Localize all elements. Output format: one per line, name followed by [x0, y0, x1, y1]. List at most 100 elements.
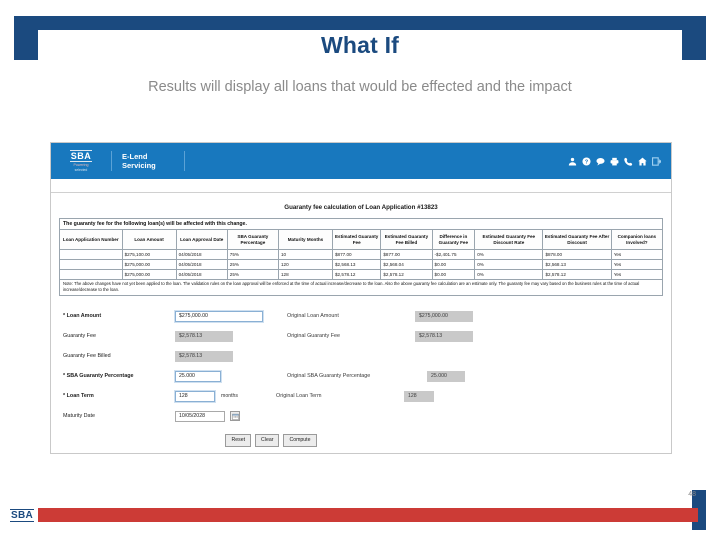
cell-companion-loans: Yes [610, 269, 664, 280]
maturity-date-input[interactable]: 10/05/2028 [175, 410, 225, 422]
calendar-icon[interactable] [230, 411, 240, 421]
form-row-guaranty-fee-billed: Guaranty Fee Billed $2,578.13 [63, 346, 659, 366]
cell-guaranty-fee-after-discount: $878.00 [542, 249, 612, 260]
svg-text:?: ? [585, 159, 589, 165]
application-screenshot: SBA Powering selected E-Lend Servicing ? [50, 142, 672, 454]
guaranty-fee-value: $2,578.13 [175, 330, 233, 342]
col-estimated-guaranty-fee-billed: Estimated Guaranty Fee Billed [380, 229, 433, 250]
col-sba-guaranty-percentage: SBA Guaranty Percentage [226, 229, 279, 250]
cell-loan-amount: $275,000.00 [121, 259, 177, 270]
cell-guaranty-fee-discount-rate: 0% [474, 259, 544, 270]
label-loan-amount: * Loan Amount [63, 313, 102, 319]
cell-guaranty-fee-discount-rate: 0% [474, 249, 544, 260]
table-banner: The guaranty fee for the following loan(… [59, 218, 663, 229]
loan-term-input[interactable]: 128 [175, 390, 215, 402]
table-header-row: Loan Application Number Loan Amount Loan… [59, 229, 664, 250]
sba-guaranty-percentage-input[interactable]: 25.000 [175, 370, 221, 382]
app-subnav-bar [51, 179, 671, 193]
cell-loan-application-number [59, 249, 123, 260]
cell-estimated-guaranty-fee: $2,568.13 [331, 259, 382, 270]
cell-loan-application-number [59, 269, 123, 280]
footer-sba-logo: SBA [8, 505, 36, 523]
cell-loan-application-number [59, 259, 123, 270]
cell-companion-loans: Yes [610, 259, 664, 270]
form-row-loan-term: * Loan Term 128 months Original Loan Ter… [63, 386, 659, 406]
table-row: $275,100.00 04/05/2018 75% 10 $877.00 $8… [59, 249, 664, 260]
cell-maturity-months: 10 [277, 249, 334, 260]
col-companion-loans: Companion loans Involved? [610, 229, 664, 250]
cell-estimated-guaranty-fee-billed: $2,578.12 [380, 269, 433, 280]
what-if-form: * Loan Amount $275,000.00 Original Loan … [59, 306, 663, 447]
label-sba-guaranty-percentage: * SBA Guaranty Percentage [63, 373, 134, 379]
original-loan-amount-value: $275,000.00 [415, 310, 473, 322]
label-original-sba-guaranty-percentage: Original SBA Guaranty Percentage [287, 373, 371, 379]
compute-button[interactable]: Compute [283, 434, 317, 447]
form-row-sba-guaranty-percentage: * SBA Guaranty Percentage 25.000 Origina… [63, 366, 659, 386]
cell-estimated-guaranty-fee-billed: $2,568.04 [380, 259, 433, 270]
footer-sba-logo-text: SBA [9, 509, 34, 522]
table-row: $275,000.00 04/05/2018 25% 120 $2,568.13… [59, 259, 664, 270]
col-loan-application-number: Loan Application Number [59, 229, 123, 250]
cell-loan-approval-date: 04/05/2018 [175, 249, 228, 260]
cell-difference-in-guaranty-fee: $0.00 [431, 259, 476, 270]
sba-logo-text: SBA [69, 150, 93, 163]
cell-estimated-guaranty-fee: $877.00 [331, 249, 382, 260]
loan-amount-input[interactable]: $275,000.00 [175, 310, 263, 322]
page-title: What If [320, 32, 400, 58]
header-divider-2 [184, 151, 185, 171]
slide: What If Results will display all loans t… [0, 0, 720, 540]
app-name-label: E-Lend Servicing [122, 152, 156, 170]
header-divider-1 [111, 151, 112, 171]
app-body: Guaranty fee calculation of Loan Applica… [51, 193, 671, 447]
results-table: Loan Application Number Loan Amount Loan… [59, 229, 664, 280]
label-maturity-date: Maturity Date [63, 413, 96, 419]
chat-icon[interactable] [596, 157, 605, 166]
guaranty-fee-billed-value: $2,578.13 [175, 350, 233, 362]
page-subtitle: Results will display all loans that woul… [148, 79, 572, 95]
table-note: Note: The above changes have not yet bee… [59, 280, 663, 296]
table-row: $275,000.00 04/05/2018 25% 128 $2,578.12… [59, 269, 664, 280]
cell-guaranty-fee-discount-rate: 0% [474, 269, 544, 280]
cell-difference-in-guaranty-fee: -$2,401.75 [431, 249, 476, 260]
label-original-loan-term: Original Loan Term [276, 393, 322, 399]
col-difference-in-guaranty-fee: Difference in Guaranty Fee [431, 229, 476, 250]
original-sba-guaranty-percentage-value: 25.000 [427, 370, 465, 382]
cell-difference-in-guaranty-fee: $0.00 [431, 269, 476, 280]
cell-companion-loans: Yes [610, 249, 664, 260]
cell-maturity-months: 120 [277, 259, 334, 270]
logout-icon[interactable] [652, 156, 661, 166]
frame-top-bar [14, 16, 706, 30]
loan-term-units: months [221, 393, 239, 399]
col-loan-approval-date: Loan Approval Date [175, 229, 228, 250]
col-loan-amount: Loan Amount [121, 229, 177, 250]
help-icon[interactable]: ? [582, 156, 591, 166]
col-estimated-guaranty-fee: Estimated Guaranty Fee [331, 229, 382, 250]
print-icon[interactable] [610, 157, 619, 166]
cell-maturity-months: 128 [277, 269, 334, 280]
cell-sba-guaranty-percentage: 75% [226, 249, 279, 260]
clear-button[interactable]: Clear [255, 434, 280, 447]
label-guaranty-fee: Guaranty Fee [63, 333, 96, 339]
cell-sba-guaranty-percentage: 25% [226, 269, 279, 280]
sba-logo: SBA Powering selected [57, 150, 101, 172]
cell-loan-approval-date: 04/05/2018 [175, 269, 228, 280]
home-icon[interactable] [638, 157, 647, 166]
label-original-guaranty-fee: Original Guaranty Fee [287, 333, 341, 339]
cell-guaranty-fee-after-discount: $2,578.12 [542, 269, 612, 280]
reset-button[interactable]: Reset [225, 434, 252, 447]
user-icon[interactable] [568, 157, 577, 166]
cell-loan-approval-date: 04/05/2018 [175, 259, 228, 270]
cell-estimated-guaranty-fee: $2,578.12 [331, 269, 382, 280]
form-row-loan-amount: * Loan Amount $275,000.00 Original Loan … [63, 306, 659, 326]
cell-sba-guaranty-percentage: 25% [226, 259, 279, 270]
cell-estimated-guaranty-fee-billed: $877.00 [380, 249, 433, 260]
original-guaranty-fee-value: $2,578.13 [415, 330, 473, 342]
cell-loan-amount: $275,100.00 [121, 249, 177, 260]
form-button-row: Reset Clear Compute [63, 434, 659, 447]
col-maturity-months: Maturity Months [277, 229, 334, 250]
page-number: 48 [688, 491, 696, 498]
calculation-title: Guaranty fee calculation of Loan Applica… [284, 204, 438, 211]
label-guaranty-fee-billed: Guaranty Fee Billed [63, 353, 111, 359]
phone-icon[interactable] [624, 157, 633, 166]
form-row-maturity-date: Maturity Date 10/05/2028 [63, 406, 659, 426]
